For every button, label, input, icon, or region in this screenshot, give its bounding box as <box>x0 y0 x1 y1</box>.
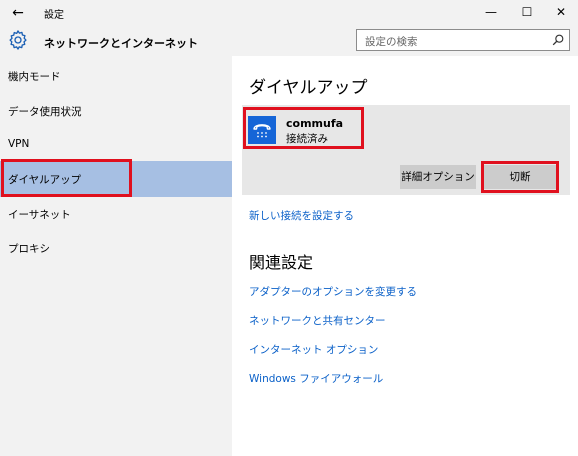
related-link-internet-options[interactable]: インターネット オプション <box>249 342 378 357</box>
sidebar-item-ethernet[interactable]: イーサネット <box>0 196 232 232</box>
maximize-button[interactable]: ☐ <box>510 0 544 24</box>
title-bar: ← 設定 — ☐ ✕ <box>0 0 578 26</box>
sidebar-item-label: 機内モード <box>8 71 61 83</box>
sidebar-item-label: イーサネット <box>8 209 71 221</box>
sidebar-item-vpn[interactable]: VPN <box>0 127 232 163</box>
advanced-options-button[interactable]: 詳細オプション <box>400 165 476 189</box>
highlight-box-dialup-item <box>1 159 132 197</box>
sidebar-item-proxy[interactable]: プロキシ <box>0 230 232 266</box>
related-link-adapter-options[interactable]: アダプターのオプションを変更する <box>249 284 417 299</box>
back-arrow-icon[interactable]: ← <box>8 3 28 23</box>
search-icon[interactable] <box>551 33 565 47</box>
new-connection-link[interactable]: 新しい接続を設定する <box>249 208 354 223</box>
search-input[interactable]: 設定の検索 <box>356 29 570 51</box>
minimize-button[interactable]: — <box>474 0 508 24</box>
app-title: 設定 <box>44 10 64 21</box>
related-link-network-sharing-center[interactable]: ネットワークと共有センター <box>249 313 386 328</box>
sidebar-item-data-usage[interactable]: データ使用状況 <box>0 93 232 129</box>
sidebar-item-label: プロキシ <box>8 243 50 255</box>
sidebar-item-label: データ使用状況 <box>8 106 82 118</box>
close-button[interactable]: ✕ <box>544 0 578 24</box>
search-placeholder: 設定の検索 <box>365 36 418 48</box>
highlight-box-connection <box>243 107 364 149</box>
page-header: ネットワークとインターネット 設定の検索 <box>0 26 578 56</box>
sidebar-item-label: VPN <box>8 138 30 150</box>
page-title: ダイヤルアップ <box>249 78 368 98</box>
gear-icon <box>9 30 27 50</box>
sidebar-item-airplane-mode[interactable]: 機内モード <box>0 58 232 94</box>
related-link-windows-firewall[interactable]: Windows ファイアウォール <box>249 371 383 386</box>
sidebar: 機内モード データ使用状況 VPN ダイヤルアップ イーサネット プロキシ <box>0 56 232 456</box>
section-title: ネットワークとインターネット <box>44 37 198 50</box>
highlight-box-disconnect <box>481 161 559 193</box>
related-settings-heading: 関連設定 <box>249 253 314 272</box>
